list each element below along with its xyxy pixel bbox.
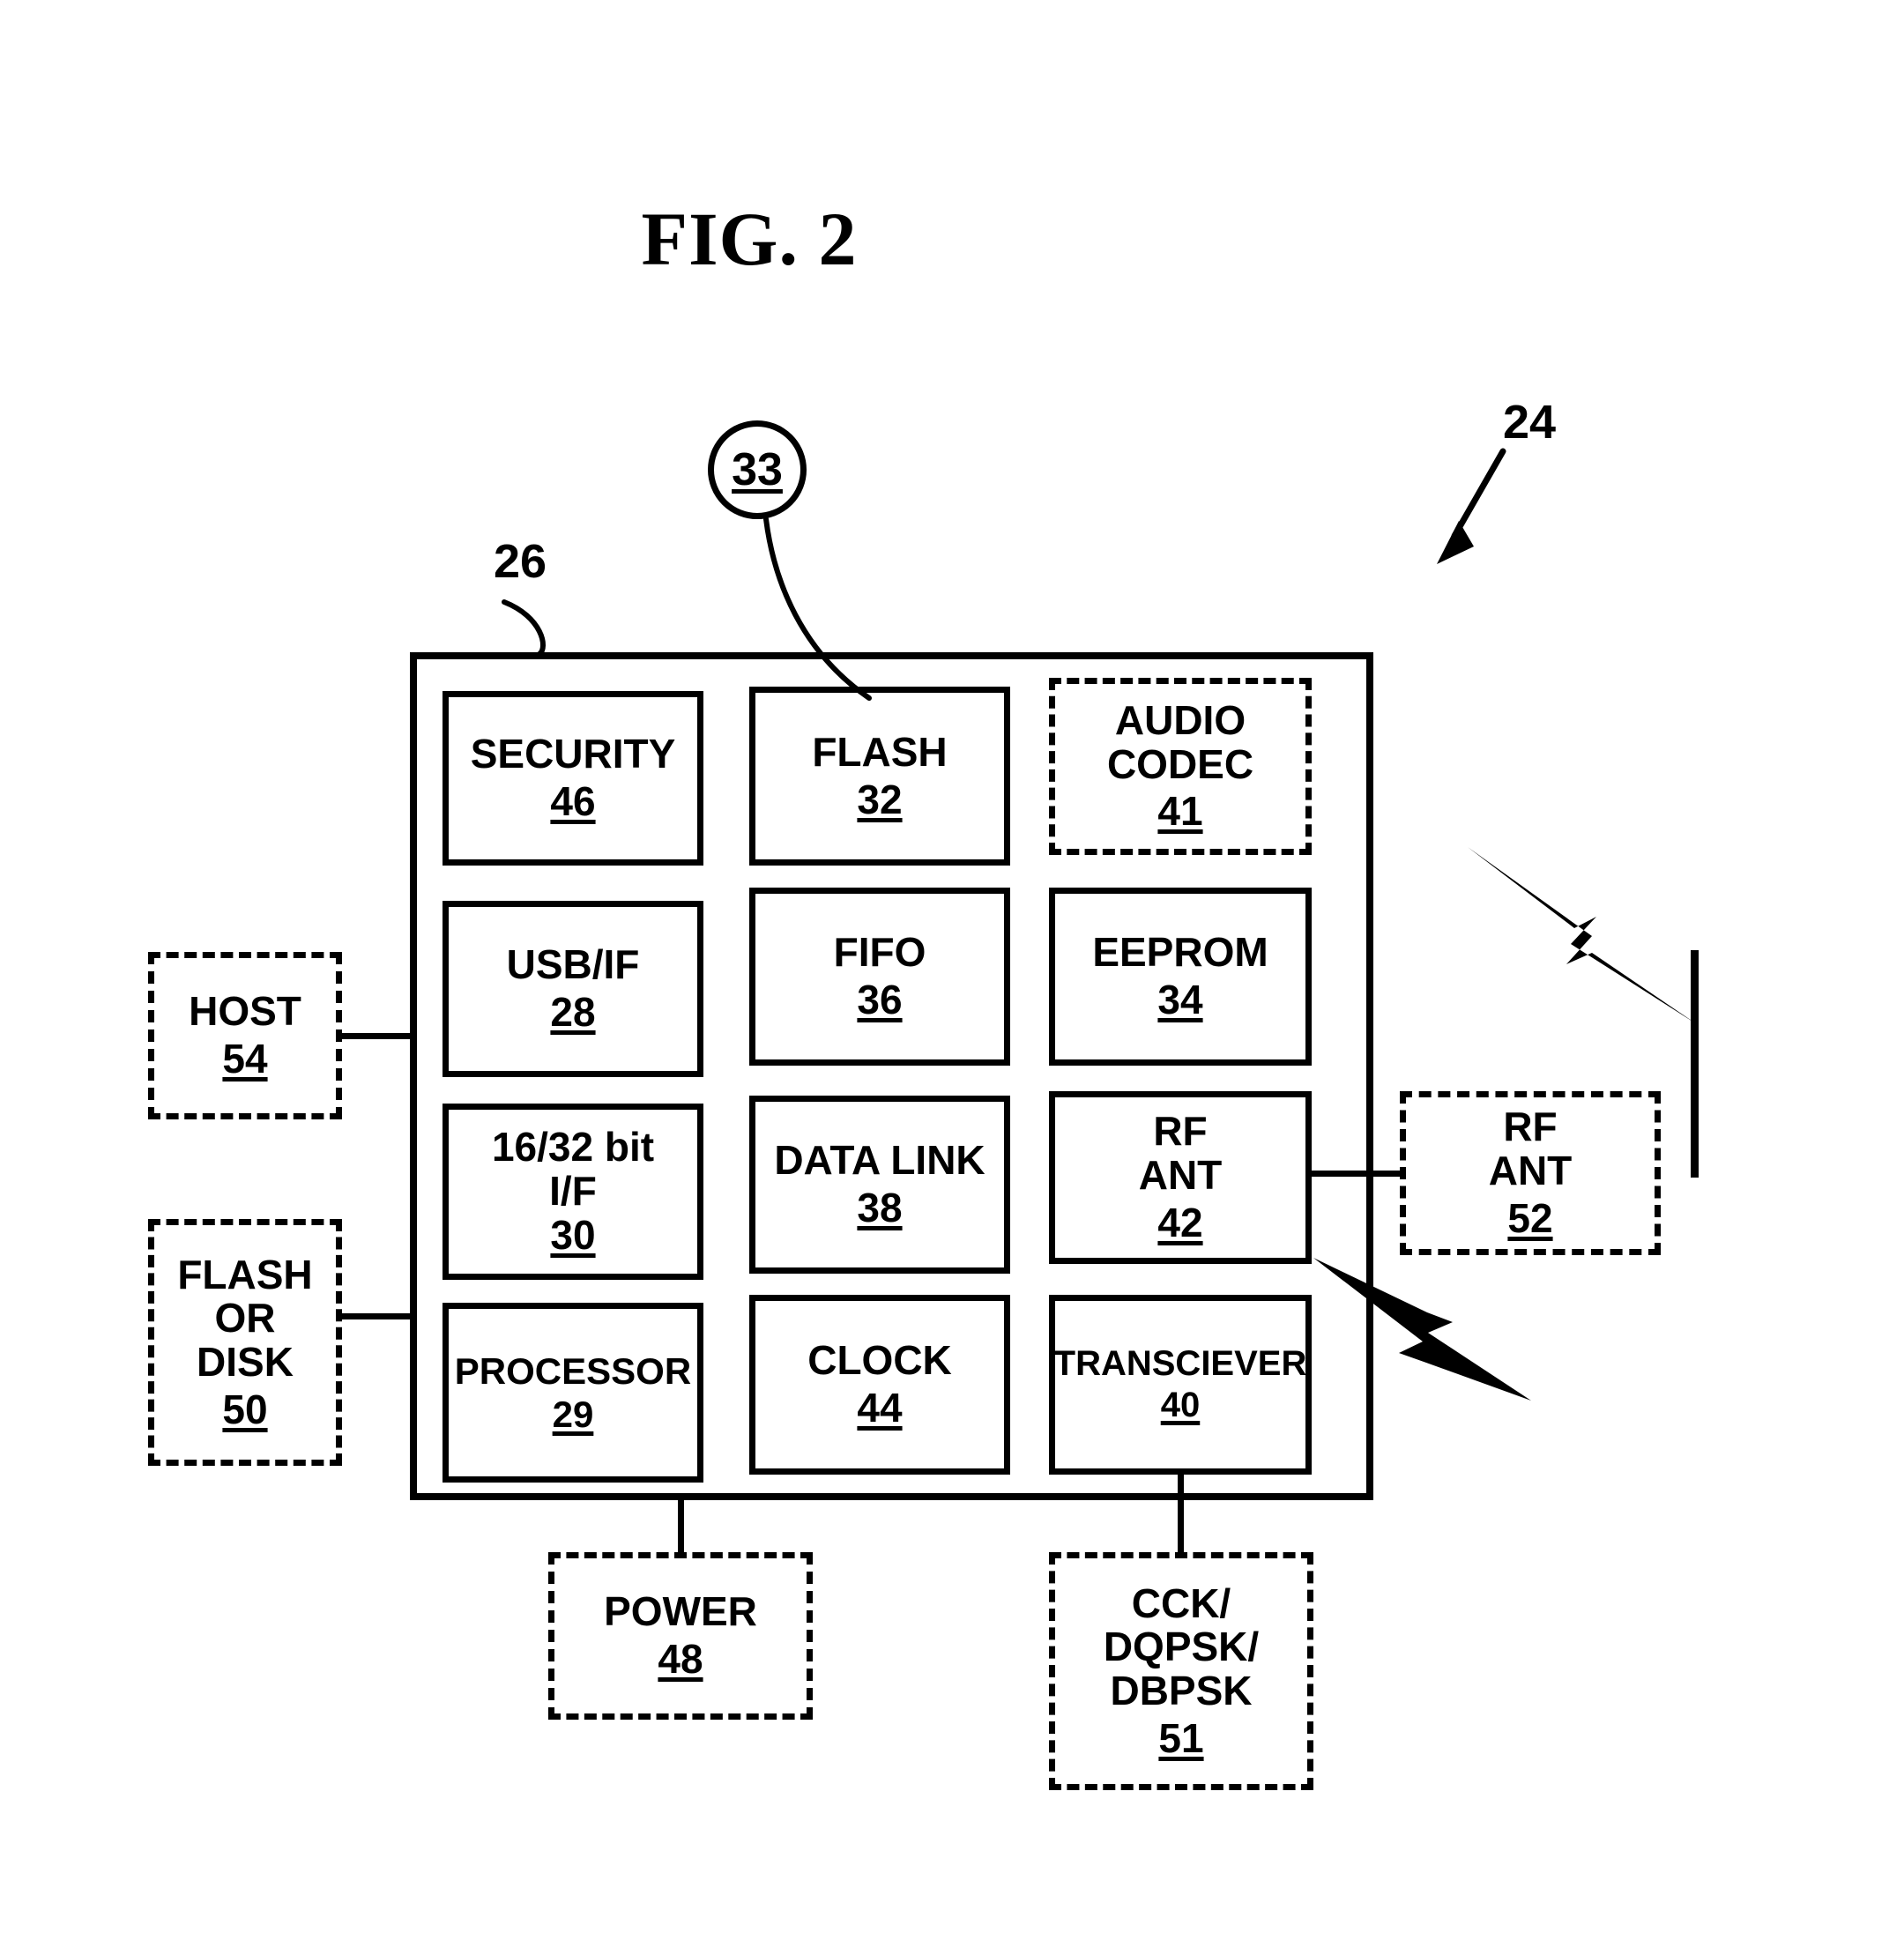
block-fifo-label: FIFO xyxy=(833,929,926,976)
block-audio-codec-content: AUDIO CODEC 41 xyxy=(1106,696,1254,835)
block-rf-ant-42-label: RF ANT xyxy=(1138,1108,1223,1199)
block-clock-ref-number: 44 xyxy=(857,1385,903,1431)
wire-power-to-chip xyxy=(678,1498,684,1553)
peripheral-rf-ant-52-ref-number: 52 xyxy=(1507,1194,1553,1241)
block-usb-if-content: USB/IF 28 xyxy=(507,943,640,1034)
block-processor-ref-number: 29 xyxy=(552,1394,594,1435)
block-flash: FLASH 32 xyxy=(749,687,1010,866)
block-transciever-content: TRANSCIEVER 40 xyxy=(1053,1343,1307,1424)
peripheral-cck-dqpsk-content: CCK/ DQPSK/ DBPSK 51 xyxy=(1103,1580,1260,1761)
peripheral-flash-or-disk-ref-number: 50 xyxy=(222,1386,268,1432)
arrow-icon-assembly xyxy=(1437,448,1506,564)
peripheral-host: HOST 54 xyxy=(148,952,342,1119)
block-bit-if-ref-number: 30 xyxy=(550,1211,596,1258)
block-flash-ref-number: 32 xyxy=(857,776,903,822)
block-clock-label: CLOCK xyxy=(807,1337,952,1384)
peripheral-rf-ant-52: RF ANT 52 xyxy=(1400,1091,1661,1255)
block-eeprom-ref-number: 34 xyxy=(1157,977,1203,1022)
block-security-label: SECURITY xyxy=(470,731,676,777)
lightning-bolt-icon-upper xyxy=(1468,847,1697,1024)
block-bit-if-label: 16/32 bit I/F xyxy=(491,1124,655,1215)
block-eeprom-content: EEPROM 34 xyxy=(1092,931,1268,1022)
peripheral-cck-dqpsk-ref-number: 51 xyxy=(1158,1714,1204,1761)
block-flash-content: FLASH 32 xyxy=(812,728,948,822)
peripheral-host-content: HOST 54 xyxy=(189,990,301,1081)
block-clock: CLOCK 44 xyxy=(749,1295,1010,1475)
block-transciever: TRANSCIEVER 40 xyxy=(1049,1295,1312,1475)
block-transciever-ref-number: 40 xyxy=(1160,1386,1201,1424)
block-rf-ant-42: RF ANT 42 xyxy=(1049,1091,1312,1264)
block-fifo: FIFO 36 xyxy=(749,888,1010,1066)
peripheral-host-ref-number: 54 xyxy=(222,1036,268,1081)
block-audio-codec-ref-number: 41 xyxy=(1157,788,1203,835)
block-eeprom-label: EEPROM xyxy=(1092,929,1268,976)
peripheral-rf-ant-52-content: RF ANT 52 xyxy=(1489,1105,1573,1240)
block-usb-if-ref-number: 28 xyxy=(550,989,596,1035)
peripheral-power: POWER 48 xyxy=(548,1552,813,1720)
block-security: SECURITY 46 xyxy=(443,691,703,866)
wire-host-to-chip xyxy=(342,1033,413,1039)
block-transciever-label: TRANSCIEVER xyxy=(1053,1343,1307,1383)
peripheral-cck-dqpsk: CCK/ DQPSK/ DBPSK 51 xyxy=(1049,1552,1313,1790)
wire-rfant42-to-rfant52 xyxy=(1305,1171,1402,1177)
figure-title: FIG. 2 xyxy=(641,197,858,281)
antenna-mast xyxy=(1691,950,1699,1178)
peripheral-rf-ant-52-label: RF ANT xyxy=(1488,1104,1573,1194)
patent-figure-page: FIG. 2 24 26 33 SECURITY 46 FLASH 32 AUDIO xyxy=(0,0,1904,1940)
peripheral-host-label: HOST xyxy=(189,988,301,1035)
peripheral-power-label: POWER xyxy=(604,1588,757,1635)
block-eeprom: EEPROM 34 xyxy=(1049,888,1312,1066)
peripheral-flash-or-disk-content: FLASH OR DISK 50 xyxy=(177,1251,313,1432)
peripheral-flash-or-disk: FLASH OR DISK 50 xyxy=(148,1219,342,1466)
ref-label-chip: 26 xyxy=(494,535,547,588)
wire-modulation-to-chip xyxy=(1178,1475,1184,1554)
block-processor: PROCESSOR 29 xyxy=(443,1303,703,1483)
block-security-content: SECURITY 46 xyxy=(471,732,676,823)
peripheral-power-content: POWER 48 xyxy=(604,1590,757,1681)
block-bit-if-content: 16/32 bit I/F 30 xyxy=(492,1126,654,1257)
block-rf-ant-42-content: RF ANT 42 xyxy=(1139,1110,1223,1245)
block-fifo-content: FIFO 36 xyxy=(834,931,926,1022)
block-data-link-label: DATA LINK xyxy=(774,1137,985,1184)
block-audio-codec-label: AUDIO CODEC xyxy=(1106,696,1254,787)
block-fifo-ref-number: 36 xyxy=(857,977,903,1022)
block-data-link-content: DATA LINK 38 xyxy=(774,1139,985,1230)
peripheral-cck-dqpsk-label: CCK/ DQPSK/ DBPSK xyxy=(1103,1580,1260,1713)
block-rf-ant-42-ref-number: 42 xyxy=(1157,1199,1203,1245)
block-processor-content: PROCESSOR 29 xyxy=(454,1349,692,1435)
block-usb-if-label: USB/IF xyxy=(506,941,640,988)
leader-line-26 xyxy=(502,599,546,657)
block-clock-content: CLOCK 44 xyxy=(807,1339,952,1430)
block-security-ref-number: 46 xyxy=(550,778,596,824)
peripheral-flash-or-disk-label: FLASH OR DISK xyxy=(177,1251,313,1385)
block-data-link-ref-number: 38 xyxy=(857,1185,903,1230)
ref-label-assembly: 24 xyxy=(1503,396,1557,449)
block-bit-if: 16/32 bit I/F 30 xyxy=(443,1104,703,1280)
callout-bubble-33: 33 xyxy=(708,420,807,519)
block-audio-codec: AUDIO CODEC 41 xyxy=(1049,678,1312,855)
wire-flashdisk-to-chip xyxy=(342,1313,413,1319)
block-processor-label: PROCESSOR xyxy=(454,1349,692,1392)
block-data-link: DATA LINK 38 xyxy=(749,1096,1010,1274)
block-flash-label: FLASH xyxy=(812,728,948,775)
peripheral-power-ref-number: 48 xyxy=(658,1636,703,1682)
block-usb-if: USB/IF 28 xyxy=(443,901,703,1077)
